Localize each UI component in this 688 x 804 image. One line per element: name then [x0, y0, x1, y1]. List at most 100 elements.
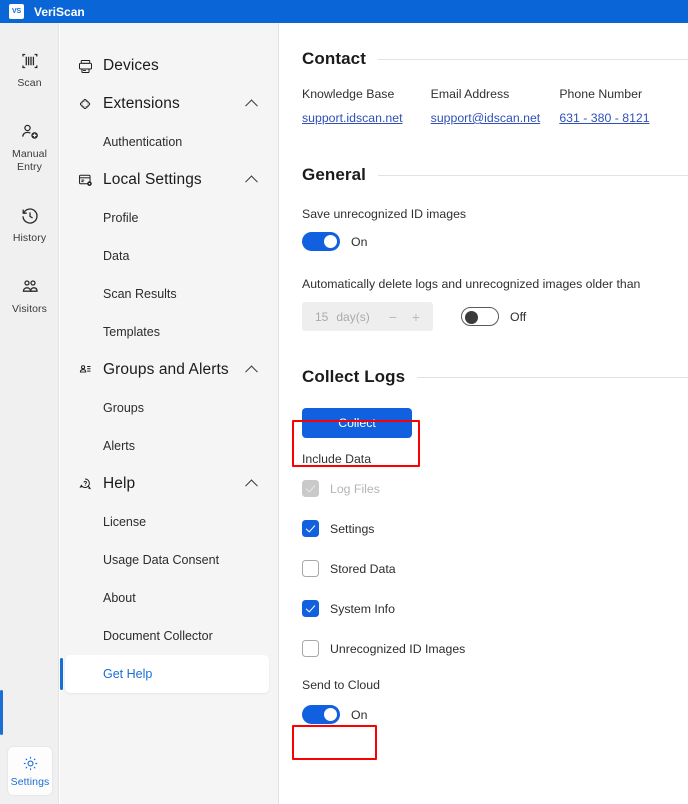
contact-label: Phone Number	[559, 87, 643, 101]
stored-data-checkbox[interactable]	[302, 560, 319, 577]
nav-item-data[interactable]: Data	[60, 237, 278, 275]
clock-history-icon	[21, 208, 38, 224]
contact-phone-number: Phone Number 631 - 380 - 8121	[559, 87, 688, 127]
chevron-up-icon[interactable]	[245, 99, 258, 113]
nav-item-get-help[interactable]: Get Help	[60, 655, 269, 693]
barcode-scan-icon	[21, 53, 37, 69]
section-title: General	[302, 165, 367, 184]
autodelete-days-stepper[interactable]: 15 day(s) − +	[302, 302, 433, 331]
autodelete-toggle[interactable]	[461, 307, 499, 326]
nav-item-label: Data	[103, 249, 130, 263]
check-icon	[305, 602, 315, 613]
nav-group-devices[interactable]: Devices	[60, 47, 278, 85]
help-question-bubble-icon	[79, 477, 91, 489]
nav-item-label: About	[103, 591, 136, 605]
system-info-checkbox[interactable]	[302, 600, 319, 617]
nav-group-extensions[interactable]: Extensions	[60, 85, 278, 123]
rail-active-accent	[0, 690, 3, 735]
send-to-cloud-toggle[interactable]	[302, 705, 340, 724]
visitors-people-icon	[22, 280, 38, 292]
contact-label: Knowledge Base	[302, 87, 395, 101]
nav-item-usage-data-consent[interactable]: Usage Data Consent	[60, 541, 278, 579]
nav-group-label: Groups and Alerts	[103, 361, 229, 378]
rail-item-manual-entry[interactable]: Manual Entry	[0, 106, 59, 174]
checkbox-row-system-info: System Info	[302, 600, 688, 617]
rail-item-label: Visitors	[11, 303, 48, 315]
rail-item-label: Settings	[10, 776, 50, 788]
section-title: Collect Logs	[302, 367, 406, 386]
nav-group-local-settings[interactable]: Local Settings	[60, 161, 278, 199]
knowledge-base-link[interactable]: support.idscan.net	[302, 111, 403, 125]
nav-group-groups-and-alerts[interactable]: Groups and Alerts	[60, 351, 278, 389]
nav-item-label: Groups	[103, 401, 144, 415]
settings-nav-panel: Devices Extensions Authentication Local …	[60, 23, 279, 804]
application-window: VS VeriScan Scan Manual Entry History Vi…	[0, 0, 688, 804]
nav-item-authentication[interactable]: Authentication	[60, 123, 278, 161]
rail-item-history[interactable]: History	[0, 190, 59, 245]
nav-item-about[interactable]: About	[60, 579, 278, 617]
log-files-checkbox	[302, 480, 319, 497]
send-to-cloud-label: Send to Cloud	[302, 678, 380, 692]
checkbox-label: Log Files	[330, 481, 380, 496]
section-divider	[377, 58, 688, 60]
checkbox-row-stored-data: Stored Data	[302, 560, 688, 577]
rail-item-settings[interactable]: Settings	[8, 747, 52, 795]
rail-label-line2: Entry	[16, 161, 42, 173]
autodelete-controls-row: 15 day(s) − + Off	[302, 302, 688, 331]
unrecognized-id-images-checkbox[interactable]	[302, 640, 319, 657]
toggle-state-label: On	[351, 234, 368, 249]
toggle-state-label: On	[351, 707, 368, 722]
contact-section-header: Contact	[302, 49, 688, 69]
settings-content-panel: Contact Knowledge Base support.idscan.ne…	[280, 23, 688, 804]
contact-label: Email Address	[430, 87, 510, 101]
rail-item-label: Manual Entry	[12, 148, 47, 174]
toggle-knob	[465, 311, 478, 324]
nav-group-label: Devices	[103, 57, 159, 74]
nav-item-label: Get Help	[103, 667, 153, 681]
rail-label-line1: Manual	[11, 148, 48, 160]
nav-item-scan-results[interactable]: Scan Results	[60, 275, 278, 313]
save-unrecognized-images-label: Save unrecognized ID images	[302, 207, 467, 221]
save-unrecognized-images-row: On	[302, 232, 688, 251]
save-unrecognized-images-toggle[interactable]	[302, 232, 340, 251]
nav-item-groups[interactable]: Groups	[60, 389, 278, 427]
nav-item-label: Authentication	[103, 135, 183, 149]
email-address-link[interactable]: support@idscan.net	[431, 111, 541, 125]
nav-item-label: Scan Results	[103, 287, 177, 301]
section-divider	[378, 174, 688, 176]
rail-item-label: Scan	[17, 77, 42, 89]
nav-item-profile[interactable]: Profile	[60, 199, 278, 237]
contact-details-row: Knowledge Base support.idscan.net Email …	[302, 87, 688, 127]
collect-button-wrap: Collect	[302, 408, 688, 438]
checkbox-label: Stored Data	[330, 561, 396, 576]
stepper-unit-label: day(s)	[336, 309, 370, 324]
rail-item-scan[interactable]: Scan	[0, 35, 59, 90]
autodelete-label: Automatically delete logs and unrecogniz…	[302, 277, 641, 291]
title-bar: VS VeriScan	[0, 0, 688, 23]
settings-checkbox[interactable]	[302, 520, 319, 537]
chevron-up-icon[interactable]	[245, 365, 258, 379]
stepper-decrement-button[interactable]: −	[389, 310, 397, 324]
groups-people-icon	[79, 364, 91, 373]
nav-item-license[interactable]: License	[60, 503, 278, 541]
stepper-value: 15	[315, 309, 329, 324]
nav-item-templates[interactable]: Templates	[60, 313, 278, 351]
general-section-header: General	[302, 165, 688, 185]
nav-group-help[interactable]: Help	[60, 465, 278, 503]
nav-item-label: License	[103, 515, 147, 529]
chevron-up-icon[interactable]	[245, 479, 258, 493]
checkbox-label: Settings	[330, 521, 375, 536]
check-icon	[305, 482, 315, 493]
nav-group-label: Extensions	[103, 95, 180, 112]
rail-item-label: History	[12, 232, 47, 244]
phone-number-link[interactable]: 631 - 380 - 8121	[559, 111, 649, 125]
nav-item-alerts[interactable]: Alerts	[60, 427, 278, 465]
nav-item-document-collector[interactable]: Document Collector	[60, 617, 278, 655]
rail-item-visitors[interactable]: Visitors	[0, 261, 59, 316]
chevron-up-icon[interactable]	[245, 175, 258, 189]
collect-button[interactable]: Collect	[302, 408, 412, 438]
stepper-increment-button[interactable]: +	[412, 310, 420, 324]
nav-group-label: Help	[103, 475, 136, 492]
nav-item-label: Document Collector	[103, 629, 213, 643]
checkbox-row-log-files: Log Files	[302, 480, 688, 497]
